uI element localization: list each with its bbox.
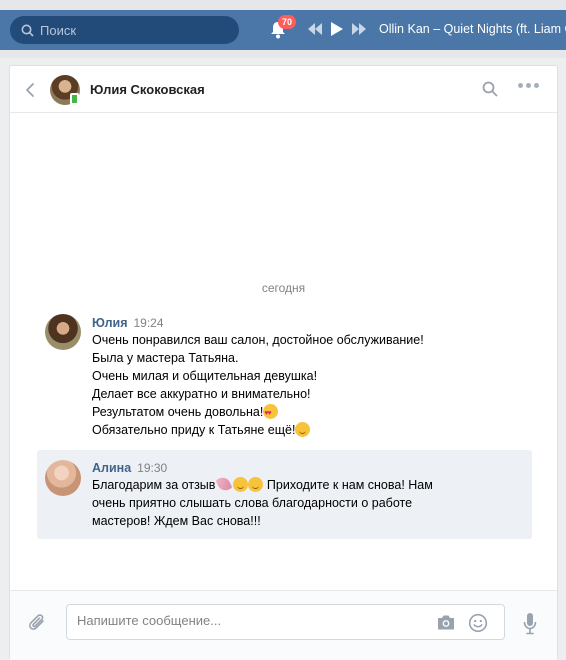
message-line: очень приятно слышать слова благодарност… [92,496,413,510]
attach-icon[interactable] [28,613,48,635]
notifications-badge: 70 [278,15,297,29]
message-line: Делает все аккуратно и внимательно! [92,387,311,401]
microphone-icon[interactable] [523,612,537,636]
chat-header: Юлия Скоковская [10,66,557,113]
message-author[interactable]: Юлия 19:24 [92,316,164,330]
message-line: Очень понравился ваш салон, достойное об… [92,333,424,347]
next-track-icon[interactable] [352,23,366,35]
message-field[interactable] [66,604,505,640]
message-author[interactable]: Алина 19:30 [92,461,167,475]
audio-player-controls [308,22,366,36]
message-item: Алина 19:30 Благодарим за отзыв Приходите… [37,450,532,539]
top-bar: Поиск 70 Ollin Kan – Quiet Nights (ft. L… [0,0,566,58]
date-divider: сегодня [261,281,306,295]
contact-name[interactable]: Юлия Скоковская [90,82,205,97]
nail-polish-emoji-icon [215,477,233,492]
message-time: 19:30 [137,461,168,475]
message-line: Благодарим за отзыв Приходите к нам снов… [92,477,433,492]
now-playing-title[interactable]: Ollin Kan – Quiet Nights (ft. Liam G [379,22,566,36]
search-placeholder: Поиск [40,22,77,38]
wink-emoji-icon [233,477,249,492]
message-line: Очень милая и общительная девушка! [92,369,318,383]
message-text: Благодарим за отзыв Приходите к нам снов… [92,476,472,530]
camera-icon[interactable] [436,614,456,631]
message-input[interactable] [77,613,417,628]
avatar[interactable] [45,460,81,496]
message-line: мастеров! Ждем Вас снова!!! [92,514,261,528]
message-line: Была у мастера Татьяна. [92,351,239,365]
message-text: Очень понравился ваш салон, достойное об… [92,331,522,439]
message-time: 19:24 [133,316,164,330]
blush-emoji-icon [248,477,264,492]
search-box[interactable]: Поиск [10,16,239,44]
back-arrow-icon[interactable] [23,82,37,98]
message-composer [10,590,557,660]
more-icon[interactable] [518,83,539,88]
heart-eyes-emoji-icon [263,404,279,423]
avatar[interactable] [45,314,81,350]
mobile-online-indicator [70,93,79,105]
message-line: Обязательно приду к Татьяне ещё! [92,421,522,439]
chat-panel: Юлия Скоковская сегодня Юлия 19:24 Очень … [9,65,558,660]
prev-track-icon[interactable] [308,23,322,35]
search-icon [21,24,34,37]
emoji-icon[interactable] [468,613,488,633]
message-line: Результатом очень довольна! [92,403,522,423]
smile-emoji-icon [295,422,311,437]
play-icon[interactable] [331,22,343,36]
search-icon[interactable] [482,81,498,97]
